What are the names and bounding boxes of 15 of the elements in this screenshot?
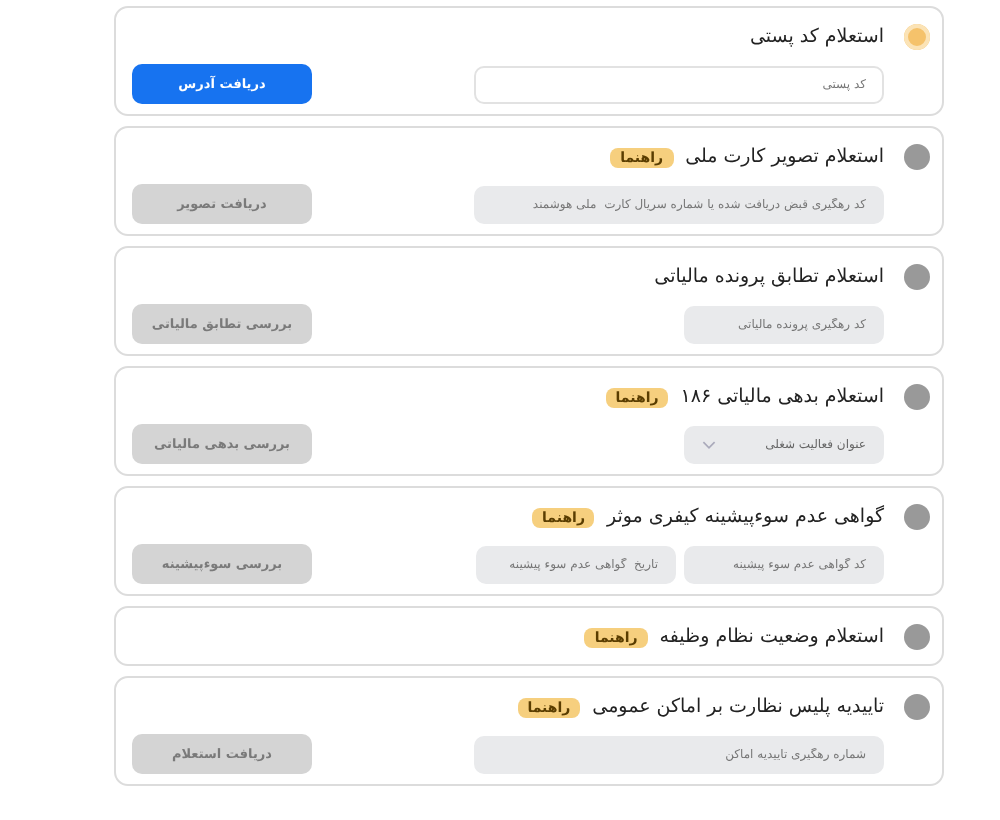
service-title: استعلام تطابق پرونده مالیاتی [654, 266, 884, 288]
chevron-icon [702, 439, 716, 449]
service-title: استعلام وضعیت نظام وظیفه [659, 626, 884, 648]
radio-button[interactable] [904, 24, 930, 50]
service-title: تاییدیه پلیس نظارت بر اماکن عمومی [592, 696, 884, 718]
service-title: استعلام کد پستی [749, 26, 884, 48]
service-title: استعلام تصویر کارت ملی [685, 146, 884, 168]
radio-button[interactable] [904, 384, 930, 410]
radio-button[interactable] [904, 264, 930, 290]
service-title: گواهی عدم سوءپیشینه کیفری موثر [606, 506, 884, 528]
service-title: استعلام بدهی مالیاتی ۱۸۶ [680, 386, 884, 408]
radio-button[interactable] [904, 624, 930, 650]
radio-button[interactable] [904, 694, 930, 720]
radio-button[interactable] [904, 504, 930, 530]
radio-button[interactable] [904, 144, 930, 170]
